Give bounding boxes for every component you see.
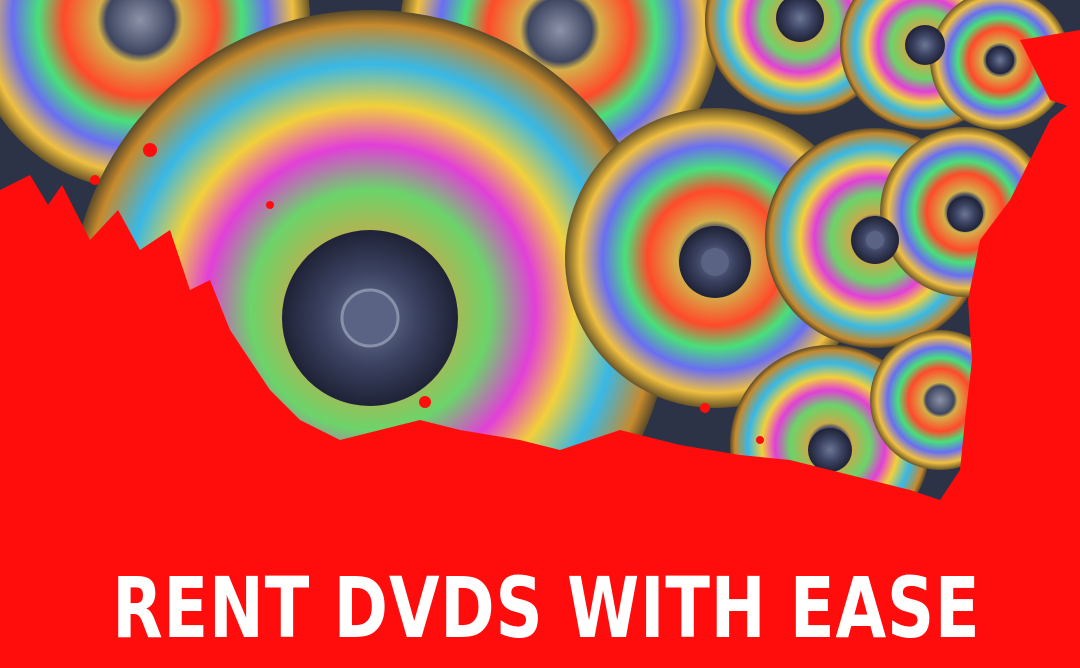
promo-banner: RENT DVDS WITH EASE bbox=[0, 0, 1080, 668]
headline-text: RENT DVDS WITH EASE bbox=[112, 559, 981, 657]
